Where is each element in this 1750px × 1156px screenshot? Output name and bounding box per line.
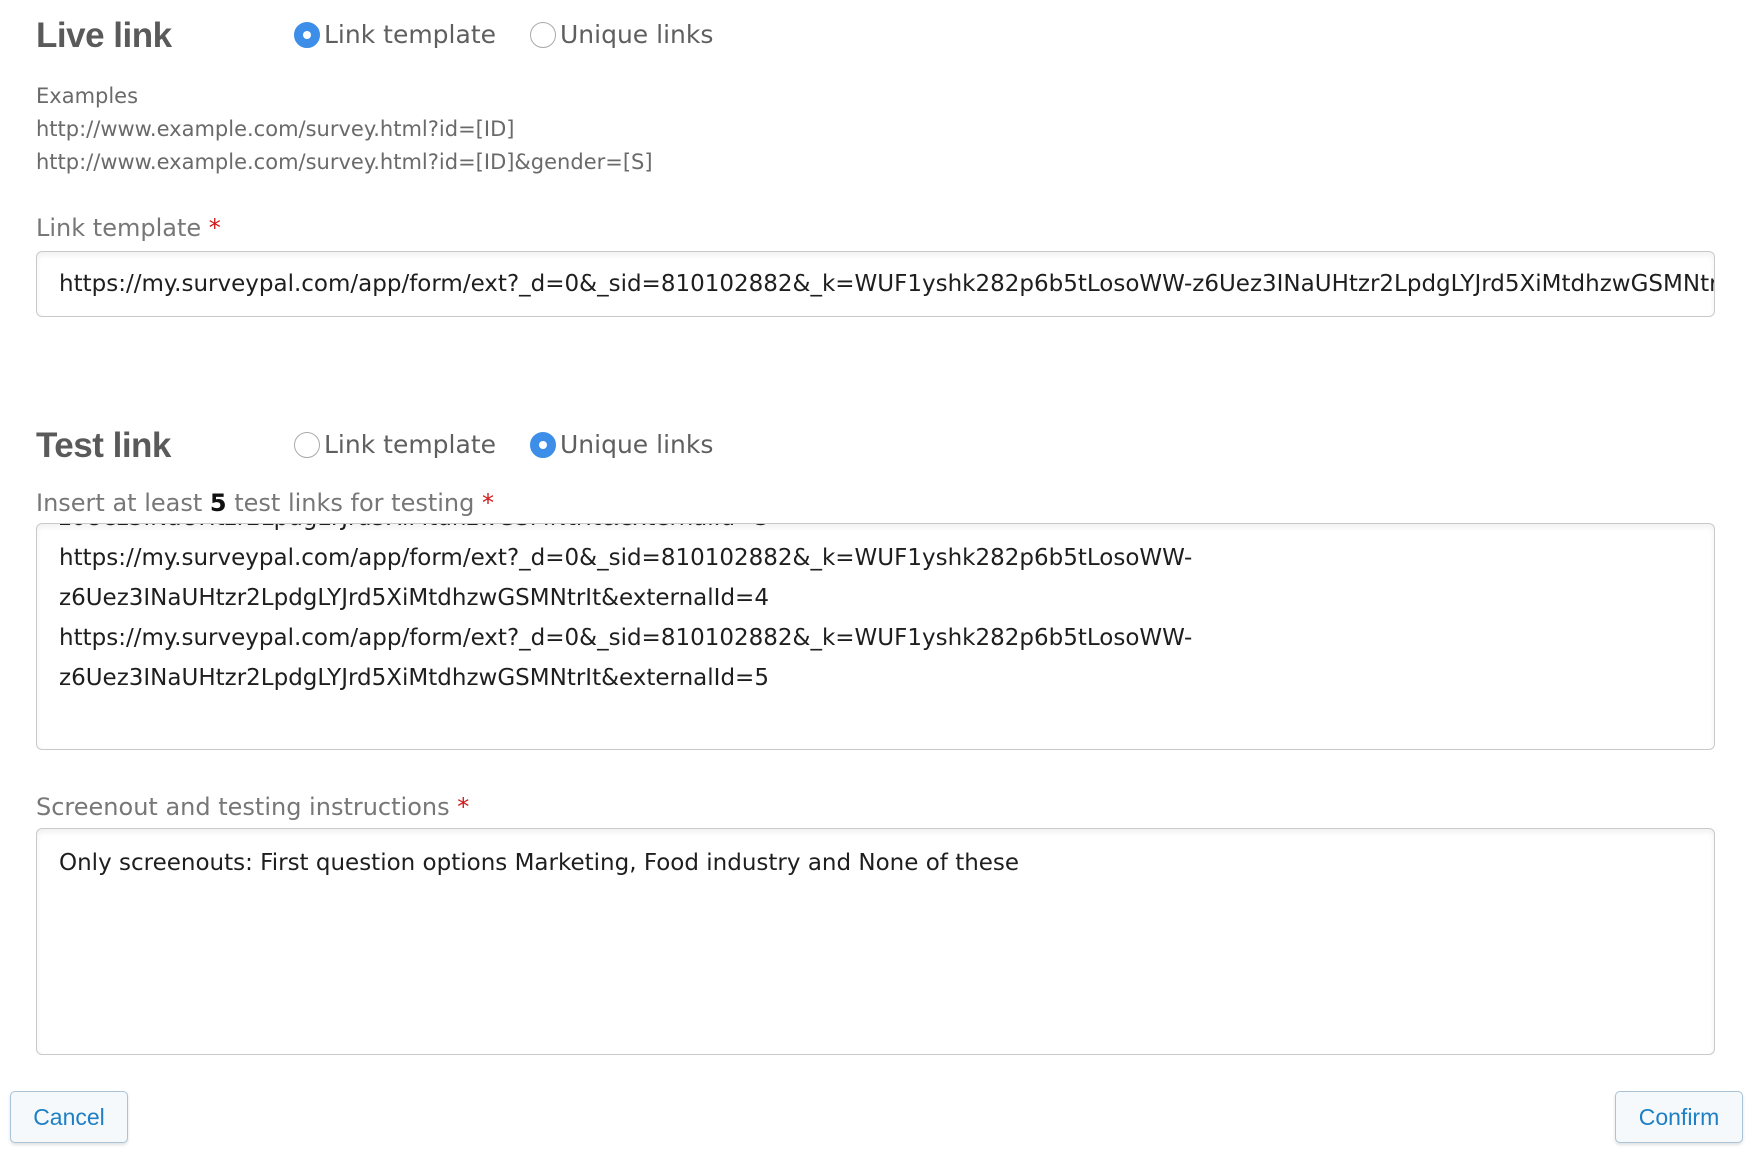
radio-checked-icon[interactable] — [530, 431, 556, 458]
textarea-line: z6Uez3INaUHtzr2LpdgLYJrd5XiMtdhzwGSMNtrI… — [59, 524, 1692, 538]
min-links-count: 5 — [209, 489, 227, 517]
radio-label: Link template — [324, 20, 496, 49]
required-asterisk: * — [457, 793, 470, 821]
textarea-line: Only screenouts: First question options … — [59, 850, 1020, 876]
live-link-title: Live link — [36, 16, 172, 55]
link-template-label: Link template * — [36, 214, 221, 242]
textarea-line: https://my.surveypal.com/app/form/ext?_d… — [59, 625, 1193, 651]
textarea-line: https://my.surveypal.com/app/form/ext?_d… — [59, 545, 1193, 571]
test-links-content: z6Uez3INaUHtzr2LpdgLYJrd5XiMtdhzwGSMNtrI… — [59, 524, 1692, 698]
instructions-textarea[interactable]: Only screenouts: First question options … — [36, 828, 1715, 1055]
required-asterisk: * — [208, 214, 221, 242]
test-link-radio-link-template[interactable]: Link template — [294, 430, 496, 459]
test-link-mode-radio-group: Link template Unique links — [294, 430, 747, 459]
examples-block: Examples http://www.example.com/survey.h… — [36, 80, 653, 179]
examples-heading: Examples — [36, 84, 139, 108]
textarea-line: z6Uez3INaUHtzr2LpdgLYJrd5XiMtdhzwGSMNtrI… — [59, 585, 769, 611]
radio-checked-icon[interactable] — [294, 21, 320, 48]
live-link-radio-link-template[interactable]: Link template — [294, 20, 496, 49]
example-url: http://www.example.com/survey.html?id=[I… — [36, 117, 515, 141]
instructions-content: Only screenouts: First question options … — [59, 843, 1692, 883]
textarea-line: z6Uez3INaUHtzr2LpdgLYJrd5XiMtdhzwGSMNtrI… — [59, 665, 769, 691]
radio-label: Link template — [324, 430, 496, 459]
radio-label: Unique links — [560, 20, 714, 49]
radio-label: Unique links — [560, 430, 714, 459]
test-link-radio-unique-links[interactable]: Unique links — [530, 430, 713, 459]
test-links-textarea[interactable]: z6Uez3INaUHtzr2LpdgLYJrd5XiMtdhzwGSMNtrI… — [36, 523, 1715, 750]
link-template-input[interactable]: https://my.surveypal.com/app/form/ext?_d… — [36, 251, 1715, 317]
confirm-button[interactable]: Confirm — [1615, 1091, 1743, 1143]
test-links-label: Insert at least 5 test links for testing… — [36, 489, 495, 517]
radio-unchecked-icon[interactable] — [530, 21, 556, 48]
required-asterisk: * — [482, 489, 495, 517]
instructions-label: Screenout and testing instructions * — [36, 793, 470, 821]
cancel-button[interactable]: Cancel — [10, 1091, 128, 1143]
live-link-radio-unique-links[interactable]: Unique links — [530, 20, 713, 49]
example-url: http://www.example.com/survey.html?id=[I… — [36, 150, 653, 174]
radio-unchecked-icon[interactable] — [294, 431, 320, 458]
test-link-title: Test link — [36, 426, 171, 465]
live-link-mode-radio-group: Link template Unique links — [294, 20, 747, 49]
